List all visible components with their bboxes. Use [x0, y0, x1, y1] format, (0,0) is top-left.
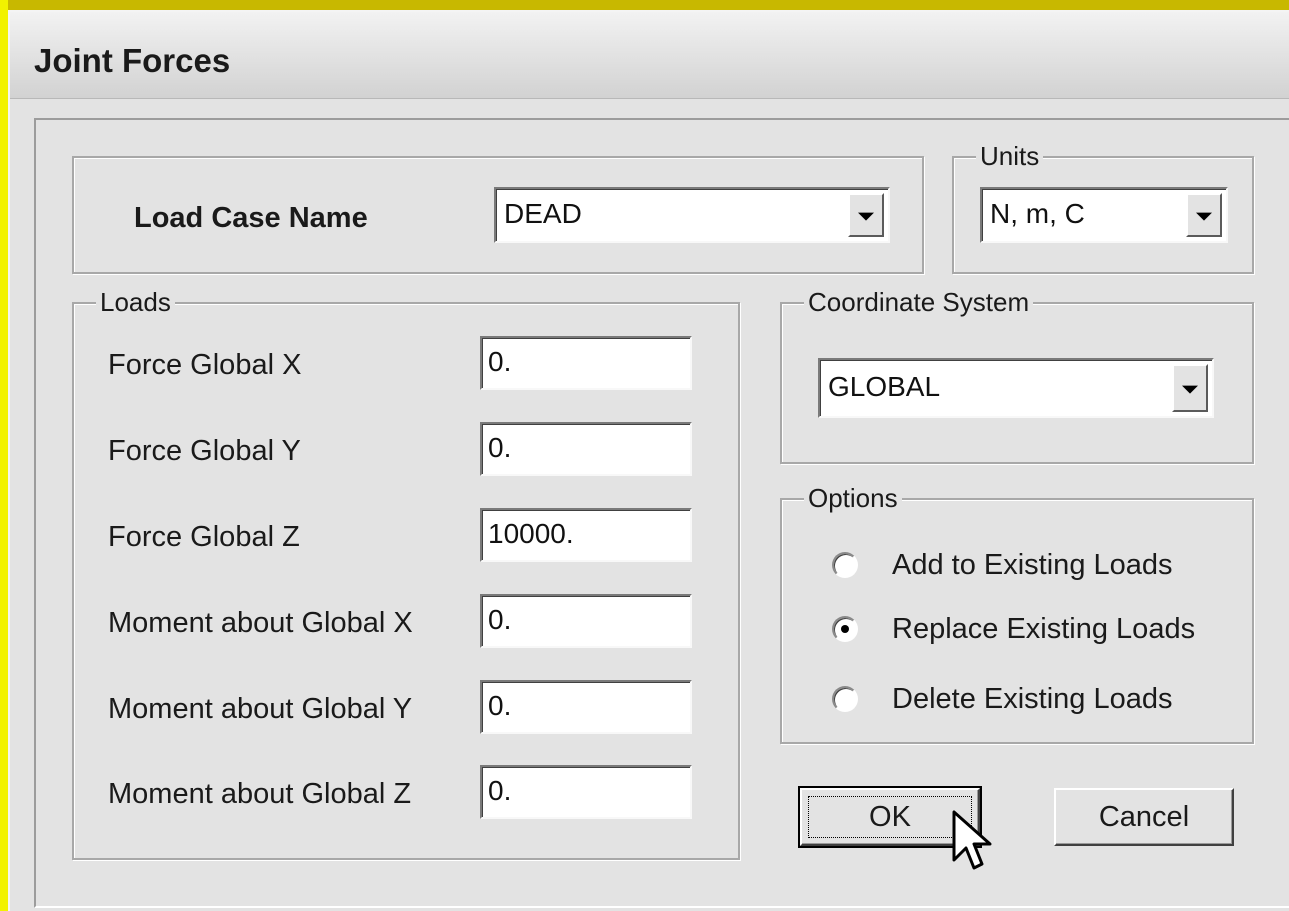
force-global-y-input[interactable]: 0.: [480, 422, 692, 476]
moment-global-z-label: Moment about Global Z: [108, 778, 412, 810]
force-global-z-label: Force Global Z: [108, 521, 300, 553]
background-stripe: [0, 0, 8, 911]
coordinate-system-value: GLOBAL: [828, 371, 941, 402]
title-bar[interactable]: Joint Forces: [10, 12, 1289, 99]
option-delete-existing[interactable]: Delete Existing Loads: [832, 682, 1232, 718]
option-delete-label: Delete Existing Loads: [892, 683, 1173, 715]
chevron-down-icon[interactable]: [1186, 193, 1222, 237]
moment-global-z-input[interactable]: 0.: [480, 765, 692, 819]
load-case-dropdown[interactable]: DEAD: [494, 187, 890, 243]
radio-delete-existing[interactable]: [832, 686, 858, 712]
force-global-z-input[interactable]: 10000.: [480, 508, 692, 562]
cancel-button[interactable]: Cancel: [1054, 788, 1234, 846]
options-group-label: Options: [804, 484, 902, 512]
cancel-button-label: Cancel: [1098, 801, 1190, 833]
units-group-label: Units: [976, 142, 1044, 170]
radio-replace-existing[interactable]: [832, 616, 858, 642]
loads-group-label: Loads: [96, 288, 175, 316]
load-case-value: DEAD: [504, 198, 582, 229]
force-global-y-label: Force Global Y: [108, 435, 301, 467]
option-replace-label: Replace Existing Loads: [892, 613, 1196, 645]
moment-global-y-label: Moment about Global Y: [108, 693, 413, 725]
option-add-to-existing[interactable]: Add to Existing Loads: [832, 548, 1232, 584]
chevron-down-icon[interactable]: [1172, 364, 1208, 412]
coordinate-system-dropdown[interactable]: GLOBAL: [818, 358, 1214, 418]
moment-global-y-input[interactable]: 0.: [480, 680, 692, 734]
window-title: Joint Forces: [34, 42, 231, 79]
units-dropdown[interactable]: N, m, C: [980, 187, 1228, 243]
moment-global-x-input[interactable]: 0.: [480, 594, 692, 648]
force-global-x-label: Force Global X: [108, 349, 302, 381]
option-add-label: Add to Existing Loads: [892, 549, 1173, 581]
radio-add-to-existing[interactable]: [832, 552, 858, 578]
dialog-window: Joint Forces Load Case Name DEAD Units N…: [8, 10, 1289, 911]
chevron-down-icon[interactable]: [848, 193, 884, 237]
moment-global-x-label: Moment about Global X: [108, 607, 413, 639]
ok-button-label: OK: [869, 801, 911, 833]
force-global-x-input[interactable]: 0.: [480, 336, 692, 390]
option-replace-existing[interactable]: Replace Existing Loads: [832, 612, 1232, 648]
coordinate-system-group-label: Coordinate System: [804, 288, 1034, 316]
mouse-pointer-icon: [952, 810, 992, 870]
units-value: N, m, C: [990, 198, 1085, 229]
load-case-name-label: Load Case Name: [134, 202, 368, 234]
